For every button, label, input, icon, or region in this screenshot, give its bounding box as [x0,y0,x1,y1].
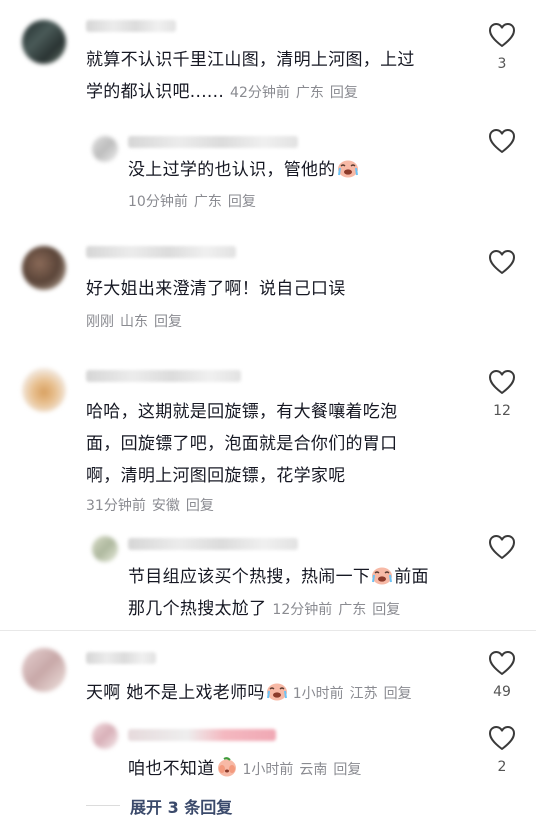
comment-time: 42分钟前 [230,85,290,101]
avatar[interactable] [22,368,66,412]
heart-outline-icon[interactable] [488,650,516,676]
reply-button[interactable]: 回复 [384,686,412,702]
comment-time: 31分钟前 [86,498,146,514]
username[interactable] [86,20,176,32]
heart-outline-icon[interactable] [488,534,516,560]
username[interactable] [86,652,156,664]
heart-outline-icon[interactable] [488,128,516,154]
comment-location: 安徽 [151,498,180,514]
reply-button[interactable]: 回复 [330,85,358,101]
comment-text: 咱也不知道 1小时前 云南 回复 [128,757,362,779]
heart-outline-icon[interactable] [488,725,516,751]
comment-text: 天啊 她不是上戏老师吗 1小时前 江苏 回复 [86,681,412,703]
reply-button[interactable]: 回复 [154,314,182,330]
expand-divider [86,805,120,806]
like-count: 2 [497,759,507,775]
comment-text: 没上过学的也认识，管他的 [128,154,360,186]
comment-meta: 31分钟前 安徽 回复 [86,495,220,515]
comment-location: 江苏 [349,686,378,702]
comment-text: 好大姐出来澄清了啊！说自己口误 [86,279,346,299]
comment-text: 就算不认识千里江山图，清明上河图，上过 学的都认识吧...... 42分钟前 广东回… [86,50,415,102]
comment-location: 云南 [299,762,328,778]
reply-button[interactable]: 回复 [333,762,361,778]
username[interactable] [128,136,298,148]
reply-button[interactable]: 回复 [372,602,400,618]
avatar[interactable] [92,536,118,562]
avatar[interactable] [92,136,118,162]
divider [0,630,536,631]
comment-time: 刚刚 [86,314,114,330]
like-count: 3 [497,56,507,72]
avatar[interactable] [92,723,118,749]
comment-time: 1小时前 [292,686,344,702]
comment-time: 1小时前 [242,762,294,778]
comment-text: 哈哈，这期就是回旋镖，有大餐嚷着吃泡 面，回旋镖了吧，泡面就是合你们的胃口 啊，… [86,402,398,486]
reply-button[interactable]: 回复 [228,194,256,210]
avatar[interactable] [22,648,66,692]
heart-outline-icon[interactable] [488,249,516,275]
heart-outline-icon[interactable] [488,22,516,48]
username[interactable] [128,729,276,741]
avatar[interactable] [22,246,66,290]
comment-location: 广东 [295,85,324,101]
heart-outline-icon[interactable] [488,369,516,395]
comment-text: 节目组应该买个热搜，热闹一下 前面 那几个热搜太尬了 12分钟前 广东 回复 [128,565,429,619]
like-count: 49 [493,684,511,700]
expand-replies-button[interactable]: 展开 3 条回复 [130,794,232,818]
username[interactable] [86,370,241,382]
comment-time: 12分钟前 [272,602,333,618]
comment-location: 广东 [338,602,367,618]
comment-location: 山东 [120,314,148,330]
crying-face-emoji [266,681,288,701]
crying-face-emoji [337,158,359,178]
comment-meta: 10分钟前 广东 回复 [128,191,262,211]
comment-location: 广东 [193,194,222,210]
comment-time: 10分钟前 [128,194,188,210]
username[interactable] [128,538,298,550]
crying-face-emoji [371,565,393,585]
like-count: 12 [493,403,511,419]
avatar[interactable] [22,20,66,64]
comment-meta: 刚刚 山东 回复 [86,311,188,331]
blushing-cover-face-emoji [216,757,238,777]
username[interactable] [86,246,236,258]
reply-button[interactable]: 回复 [186,498,214,514]
